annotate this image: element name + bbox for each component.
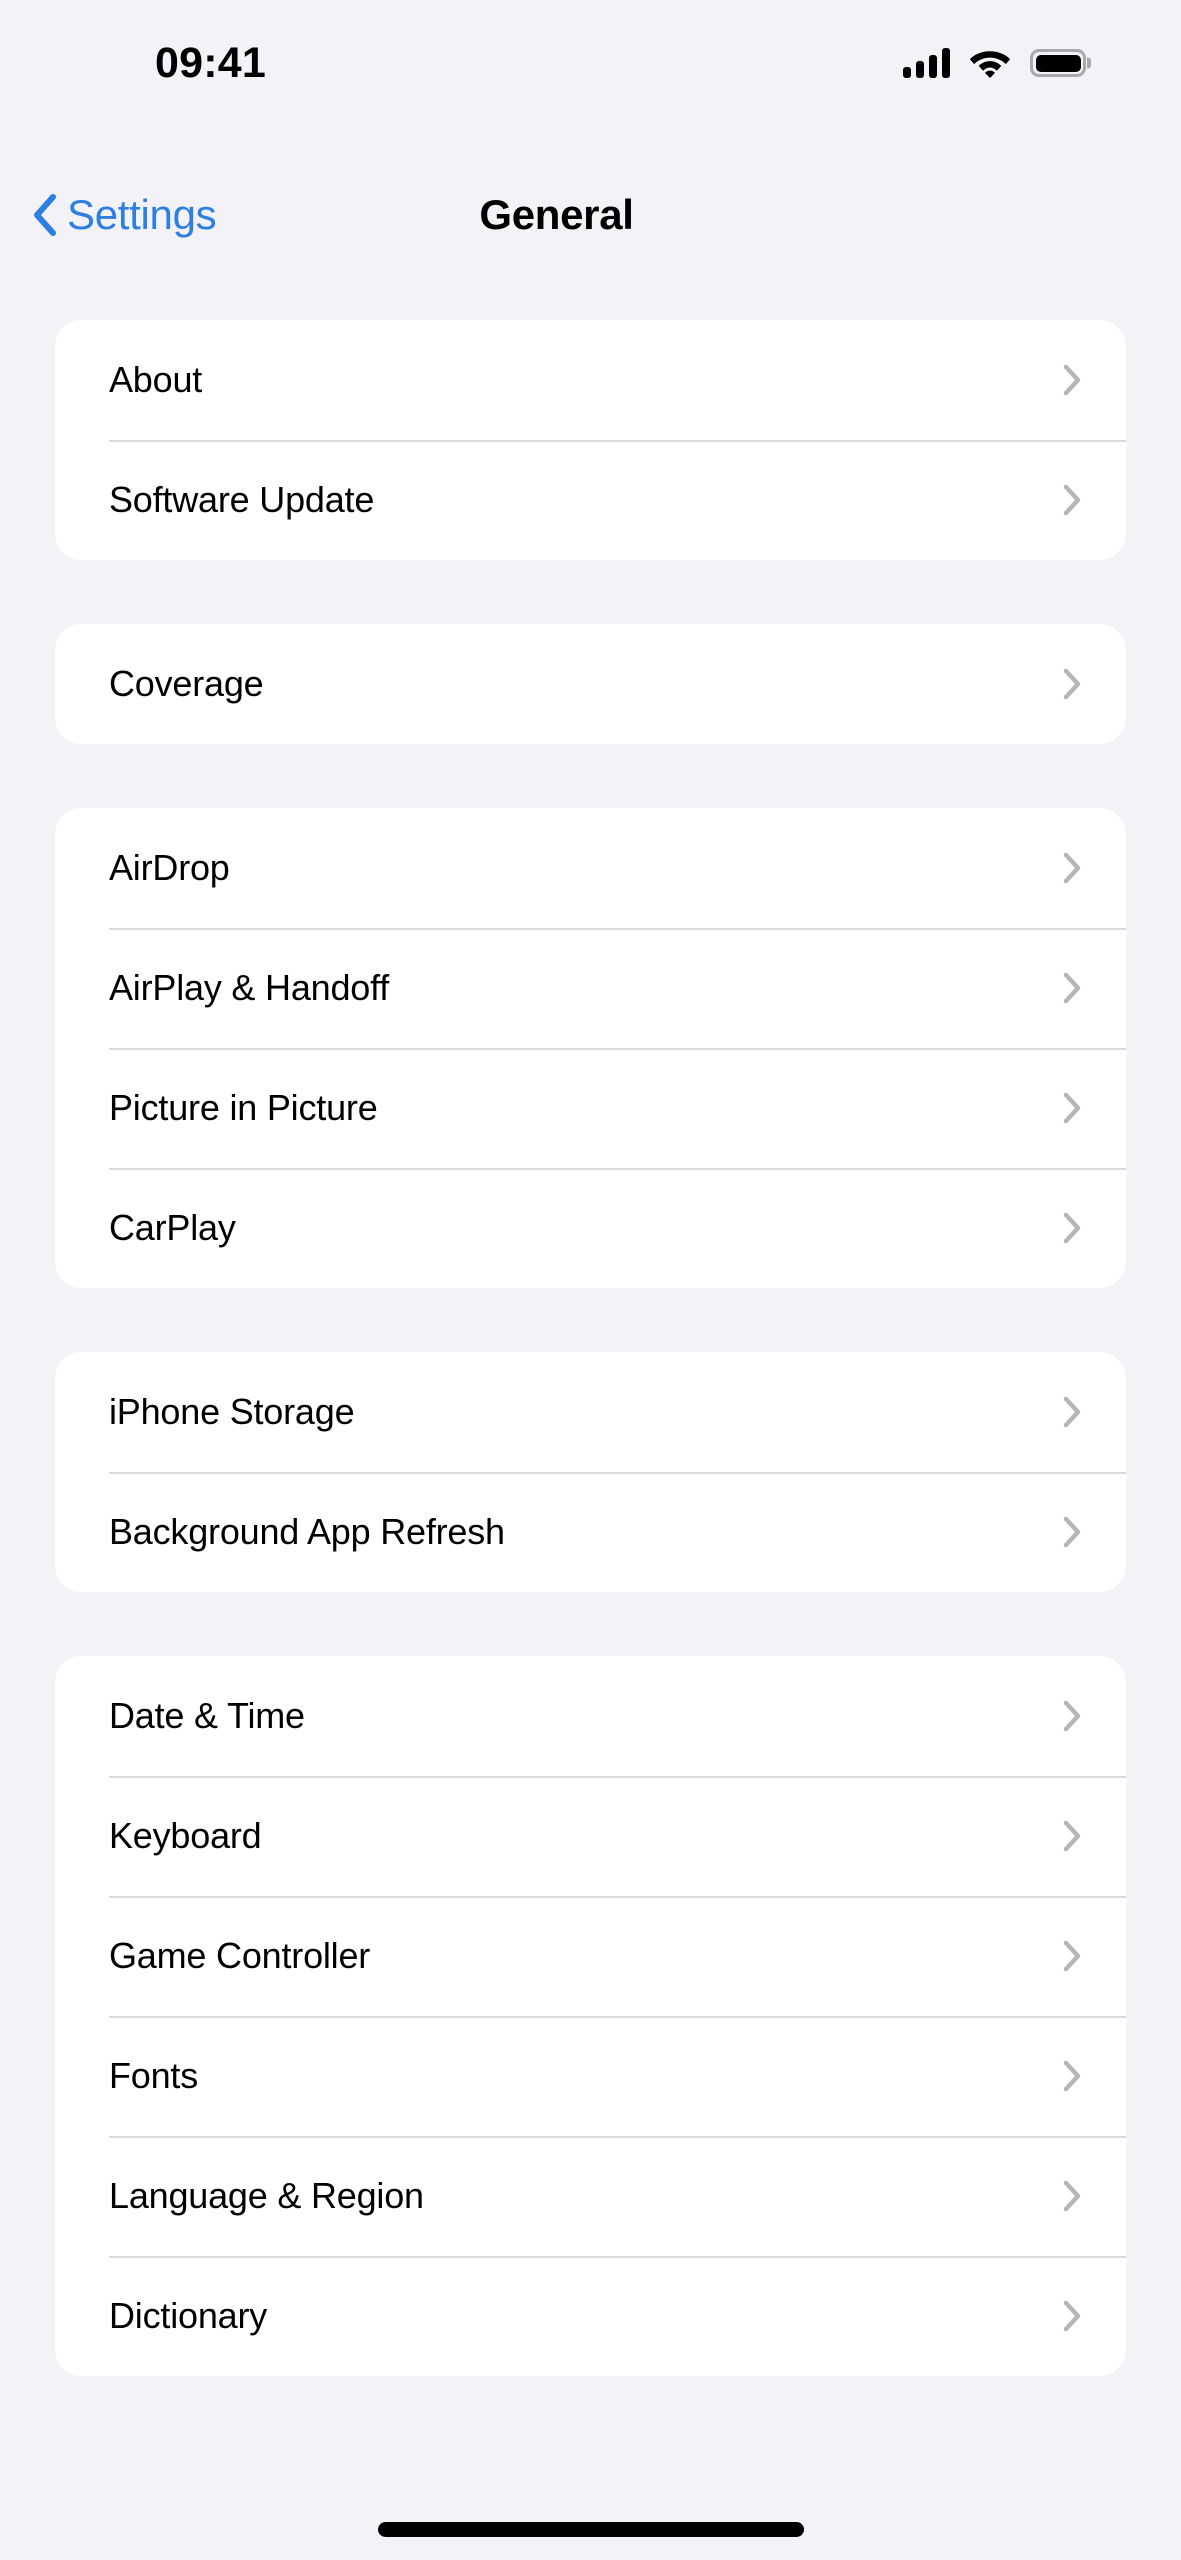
chevron-right-icon xyxy=(1063,364,1082,396)
row-label: Keyboard xyxy=(109,1815,262,1856)
wifi-icon xyxy=(969,48,1011,78)
chevron-right-icon xyxy=(1063,1940,1082,1972)
chevron-right-icon xyxy=(1063,1516,1082,1548)
chevron-right-icon xyxy=(1063,1092,1082,1124)
settings-group-storage: iPhone Storage Background App Refresh xyxy=(55,1352,1126,1592)
settings-row-airdrop[interactable]: AirDrop xyxy=(55,808,1126,928)
chevron-right-icon xyxy=(1063,972,1082,1004)
settings-row-dictionary[interactable]: Dictionary xyxy=(55,2256,1126,2376)
settings-row-language-region[interactable]: Language & Region xyxy=(55,2136,1126,2256)
row-label: AirPlay & Handoff xyxy=(109,967,390,1008)
settings-group-localization: Date & Time Keyboard Game Controller Fon… xyxy=(55,1656,1126,2376)
settings-row-software-update[interactable]: Software Update xyxy=(55,440,1126,560)
row-label: AirDrop xyxy=(109,847,230,888)
settings-row-game-controller[interactable]: Game Controller xyxy=(55,1896,1126,2016)
settings-group-system: About Software Update xyxy=(55,320,1126,560)
navigation-bar: Settings General xyxy=(0,170,1181,260)
chevron-right-icon xyxy=(1063,852,1082,884)
chevron-right-icon xyxy=(1063,1396,1082,1428)
settings-group-connectivity: AirDrop AirPlay & Handoff Picture in Pic… xyxy=(55,808,1126,1288)
chevron-right-icon xyxy=(1063,2180,1082,2212)
row-label: Background App Refresh xyxy=(109,1511,505,1552)
row-label: Software Update xyxy=(109,479,375,520)
settings-row-about[interactable]: About xyxy=(55,320,1126,440)
row-label: Language & Region xyxy=(109,2175,424,2216)
page-title: General xyxy=(479,191,634,238)
row-label: Dictionary xyxy=(109,2295,268,2336)
settings-row-coverage[interactable]: Coverage xyxy=(55,624,1126,744)
row-label: Date & Time xyxy=(109,1695,305,1736)
settings-row-date-time[interactable]: Date & Time xyxy=(55,1656,1126,1776)
settings-row-keyboard[interactable]: Keyboard xyxy=(55,1776,1126,1896)
home-indicator[interactable] xyxy=(377,2522,804,2537)
settings-row-iphone-storage[interactable]: iPhone Storage xyxy=(55,1352,1126,1472)
status-bar-icons xyxy=(902,48,1086,78)
row-label: About xyxy=(109,359,203,400)
chevron-right-icon xyxy=(1063,1212,1082,1244)
settings-group-coverage: Coverage xyxy=(55,624,1126,744)
iphone-settings-general-screen: 09:41 Settings General About Software Up… xyxy=(0,0,1181,2560)
battery-full-icon xyxy=(1030,49,1086,77)
row-label: Fonts xyxy=(109,2055,199,2096)
row-label: Picture in Picture xyxy=(109,1087,378,1128)
settings-row-airplay-handoff[interactable]: AirPlay & Handoff xyxy=(55,928,1126,1048)
settings-row-carplay[interactable]: CarPlay xyxy=(55,1168,1126,1288)
status-bar-time: 09:41 xyxy=(155,38,266,87)
row-label: CarPlay xyxy=(109,1207,236,1248)
settings-row-picture-in-picture[interactable]: Picture in Picture xyxy=(55,1048,1126,1168)
row-label: Coverage xyxy=(109,663,264,704)
chevron-right-icon xyxy=(1063,2300,1082,2332)
cellular-signal-icon xyxy=(902,48,950,78)
chevron-right-icon xyxy=(1063,668,1082,700)
chevron-right-icon xyxy=(1063,484,1082,516)
status-bar: 09:41 xyxy=(0,0,1181,120)
row-label: iPhone Storage xyxy=(109,1391,355,1432)
settings-row-background-app-refresh[interactable]: Background App Refresh xyxy=(55,1472,1126,1592)
settings-row-fonts[interactable]: Fonts xyxy=(55,2016,1126,2136)
settings-list: About Software Update Coverage AirDrop A… xyxy=(55,320,1126,2440)
chevron-right-icon xyxy=(1063,1820,1082,1852)
chevron-right-icon xyxy=(1063,2060,1082,2092)
row-label: Game Controller xyxy=(109,1935,371,1976)
chevron-right-icon xyxy=(1063,1700,1082,1732)
